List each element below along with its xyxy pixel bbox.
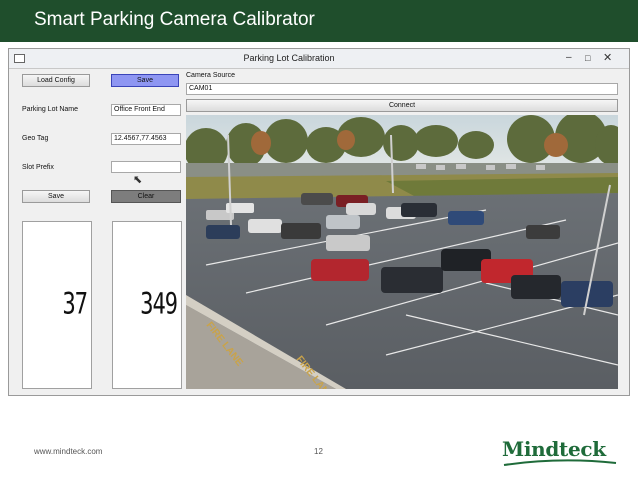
slide-title-bar: Smart Parking Camera Calibrator xyxy=(0,0,638,42)
slot-prefix-label: Slot Prefix xyxy=(22,164,54,171)
footer-url[interactable]: www.mindteck.com xyxy=(34,447,102,456)
close-icon[interactable]: ✕ xyxy=(603,52,612,64)
connect-button[interactable]: Connect xyxy=(186,99,618,112)
geo-tag-label: Geo Tag xyxy=(22,135,49,142)
window-title-bar[interactable]: Parking Lot Calibration – □ ✕ xyxy=(9,49,629,69)
logo-text: Mindteck xyxy=(502,437,606,461)
logo-swoosh-icon xyxy=(503,459,617,466)
save-config-button[interactable]: Save xyxy=(111,74,179,87)
total-slots-counter: 349 xyxy=(112,221,182,389)
mouse-cursor-icon: ⬉ xyxy=(133,174,143,186)
maximize-icon[interactable]: □ xyxy=(585,52,590,64)
camera-source-field[interactable]: CAM01 xyxy=(186,83,618,95)
parking-lot-name-label: Parking Lot Name xyxy=(22,106,79,113)
clear-button[interactable]: Clear xyxy=(111,190,181,203)
slide-title: Smart Parking Camera Calibrator xyxy=(34,9,315,30)
counter-left-value: 37 xyxy=(62,288,88,322)
counter-right-value: 349 xyxy=(140,288,178,322)
page-number: 12 xyxy=(314,447,323,456)
slot-prefix-field[interactable] xyxy=(111,161,181,173)
parking-lot-image: FIRE LANE FIRE LANE xyxy=(186,115,618,389)
camera-source-label: Camera Source xyxy=(186,72,236,79)
minimize-icon[interactable]: – xyxy=(566,52,572,64)
mindteck-logo: Mindteck xyxy=(502,433,618,467)
free-slots-counter: 37 xyxy=(22,221,92,389)
save-button[interactable]: Save xyxy=(22,190,90,203)
parking-lot-name-field[interactable]: Office Front End xyxy=(111,104,181,116)
window-title: Parking Lot Calibration xyxy=(243,53,335,63)
geo-tag-field[interactable]: 12.4567,77.4563 xyxy=(111,133,181,145)
camera-feed[interactable]: FIRE LANE FIRE LANE xyxy=(186,115,618,389)
calibration-window: Parking Lot Calibration – □ ✕ Load Confi… xyxy=(8,48,630,396)
slide: Smart Parking Camera Calibrator Parking … xyxy=(0,0,638,479)
load-config-button[interactable]: Load Config xyxy=(22,74,90,87)
